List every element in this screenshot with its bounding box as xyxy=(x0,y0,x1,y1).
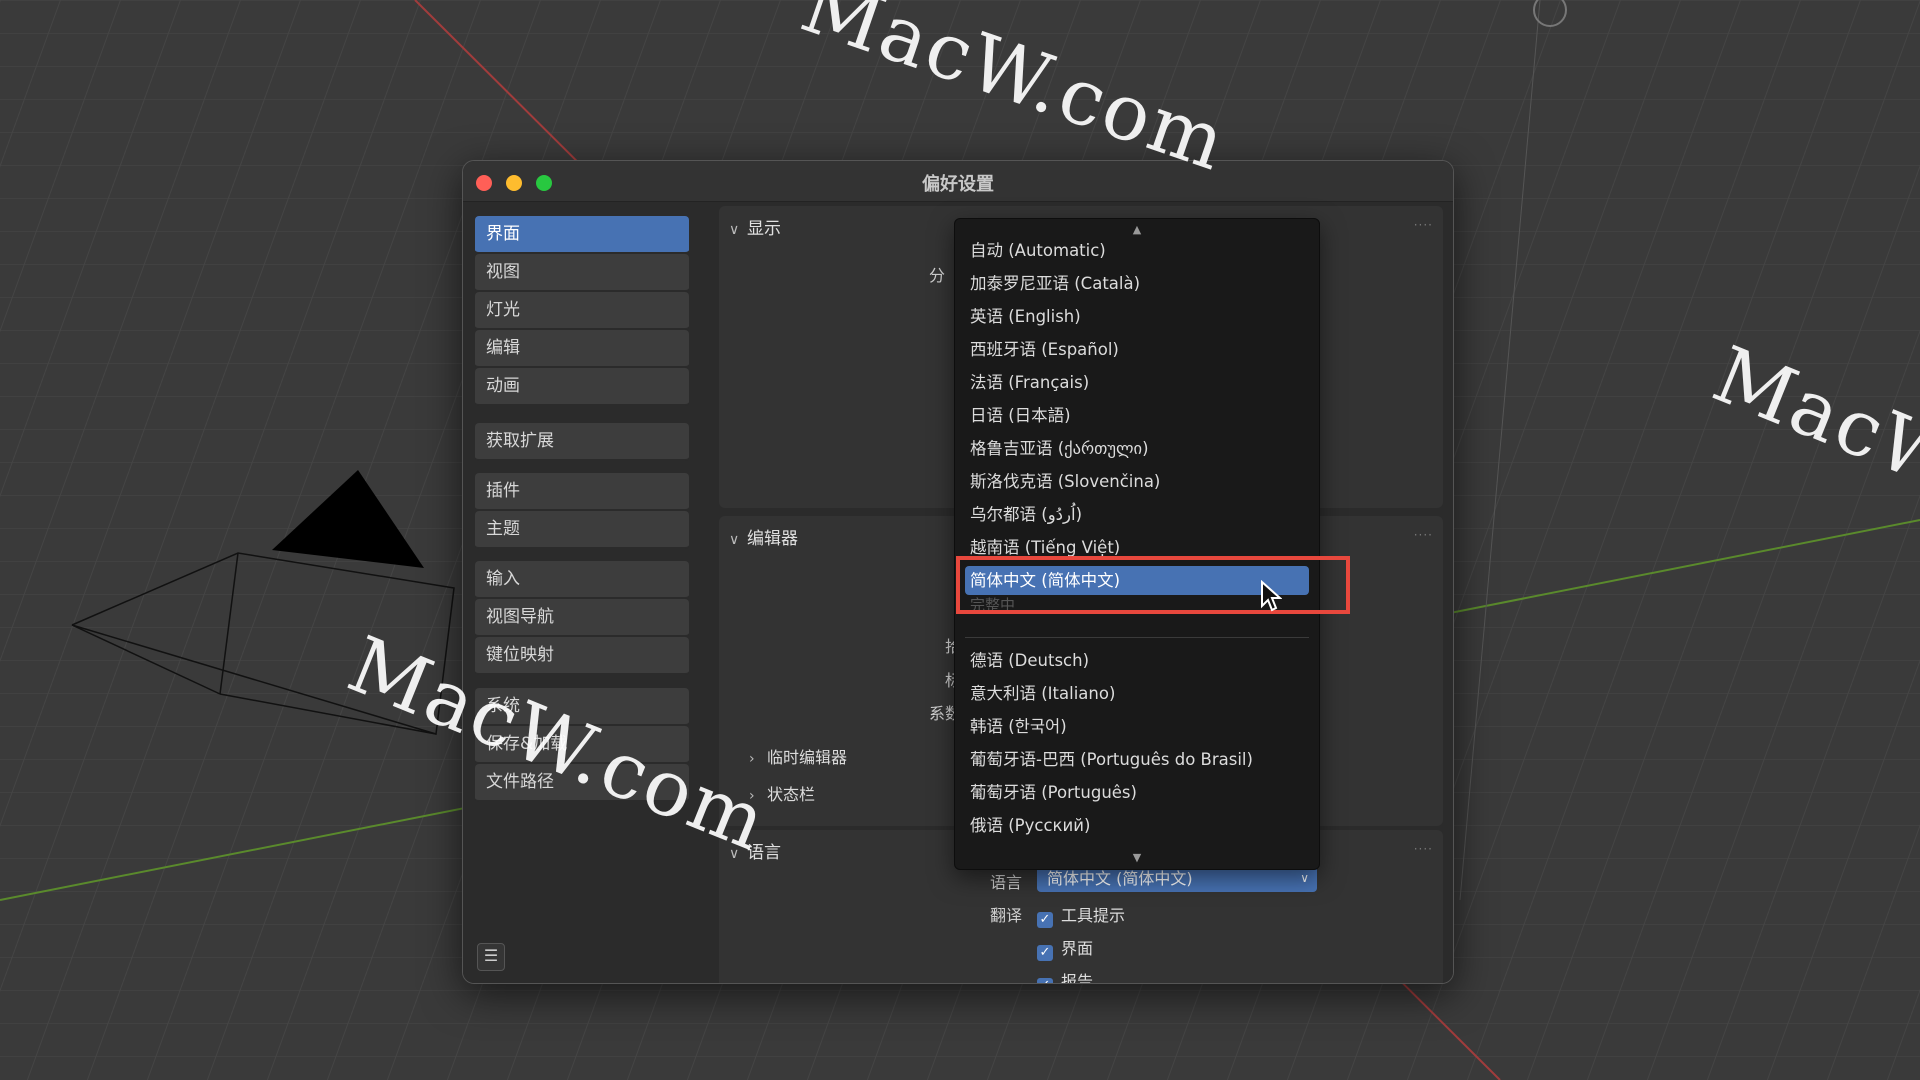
option-urdu[interactable]: 乌尔都语 (اُردُو) xyxy=(955,498,1319,531)
grip-icon[interactable]: ···· xyxy=(1414,528,1433,542)
sidebar-group-5: 系统 保存&加载 文件路径 xyxy=(475,688,689,802)
sidebar-item-system[interactable]: 系统 xyxy=(475,688,689,726)
option-automatic[interactable]: 自动 (Automatic) xyxy=(955,234,1319,267)
sidebar-item-keymap[interactable]: 键位映射 xyxy=(475,637,689,675)
editors-panel-title: 编辑器 xyxy=(747,529,798,549)
language-panel-title: 语言 xyxy=(747,843,781,863)
language-dropdown[interactable]: ▲ 自动 (Automatic) 加泰罗尼亚语 (Català) 英语 (Eng… xyxy=(954,218,1320,870)
chevron-right-icon: › xyxy=(749,751,755,767)
language-panel-header[interactable]: ∨ 语言 xyxy=(729,838,781,863)
sidebar-item-addons[interactable]: 插件 xyxy=(475,473,689,511)
language-label: 语言 xyxy=(990,873,1023,892)
annotation-highlight-box xyxy=(956,556,1350,614)
grip-icon[interactable]: ···· xyxy=(1414,218,1433,232)
sidebar-item-file-paths[interactable]: 文件路径 xyxy=(475,764,689,802)
check-icon: ✓ xyxy=(1037,912,1053,928)
reports-checkbox[interactable]: ✓ 报告 xyxy=(1037,968,1094,984)
option-georgian[interactable]: 格鲁吉亚语 (ქართული) xyxy=(955,432,1319,465)
sidebar-item-viewport[interactable]: 视图 xyxy=(475,254,689,292)
display-panel-title: 显示 xyxy=(747,219,781,239)
sidebar-item-animation[interactable]: 动画 xyxy=(475,368,689,406)
check-icon: ✓ xyxy=(1037,978,1053,983)
language-select-value: 简体中文 (简体中文) xyxy=(1047,869,1193,888)
sidebar-item-input[interactable]: 输入 xyxy=(475,561,689,599)
option-russian[interactable]: 俄语 (Русский) xyxy=(955,809,1319,842)
option-spanish[interactable]: 西班牙语 (Español) xyxy=(955,333,1319,366)
interface-label: 界面 xyxy=(1061,939,1094,958)
grip-icon[interactable]: ···· xyxy=(1414,842,1433,856)
sidebar-item-interface[interactable]: 界面 xyxy=(475,216,689,254)
translate-label: 翻译 xyxy=(990,906,1023,925)
temp-editors-title: 临时编辑器 xyxy=(767,748,848,767)
option-portuguese[interactable]: 葡萄牙语 (Português) xyxy=(955,776,1319,809)
option-catalan[interactable]: 加泰罗尼亚语 (Català) xyxy=(955,267,1319,300)
sidebar-group-3: 插件 主题 xyxy=(475,473,689,549)
sidebar-item-navigation[interactable]: 视图导航 xyxy=(475,599,689,637)
option-slovak[interactable]: 斯洛伐克语 (Slovenčina) xyxy=(955,465,1319,498)
sidebar-item-themes[interactable]: 主题 xyxy=(475,511,689,549)
chevron-down-icon: ∨ xyxy=(729,846,740,862)
scroll-down-icon[interactable]: ▼ xyxy=(955,851,1319,864)
display-panel-header[interactable]: ∨ 显示 xyxy=(729,214,781,239)
sidebar-item-save-load[interactable]: 保存&加载 xyxy=(475,726,689,764)
sidebar-group-1: 界面 视图 灯光 编辑 动画 xyxy=(475,216,689,406)
reports-label: 报告 xyxy=(1061,972,1094,984)
chevron-down-icon: ∨ xyxy=(729,222,740,238)
window-title: 偏好设置 xyxy=(922,174,994,195)
option-portuguese-brazil[interactable]: 葡萄牙语-巴西 (Português do Brasil) xyxy=(955,743,1319,776)
sidebar-item-editing[interactable]: 编辑 xyxy=(475,330,689,368)
option-japanese[interactable]: 日语 (日本語) xyxy=(955,399,1319,432)
check-icon: ✓ xyxy=(1037,945,1053,961)
temp-editors-subpanel[interactable]: › 临时编辑器 xyxy=(749,744,847,768)
menu-icon[interactable]: ☰ xyxy=(477,943,505,971)
status-bar-title: 状态栏 xyxy=(767,785,816,804)
sidebar-group-2: 获取扩展 xyxy=(475,423,689,461)
option-french[interactable]: 法语 (Français) xyxy=(955,366,1319,399)
3d-viewport[interactable]: 偏好设置 界面 视图 灯光 编辑 动画 获取扩展 插件 主题 输入 视图导航 键… xyxy=(0,0,1920,1080)
option-italian[interactable]: 意大利语 (Italiano) xyxy=(955,677,1319,710)
dropdown-separator xyxy=(965,637,1309,638)
sidebar-item-get-extensions[interactable]: 获取扩展 xyxy=(475,423,689,461)
chevron-down-icon: ∨ xyxy=(729,532,740,548)
mouse-cursor-icon xyxy=(1261,580,1282,612)
tooltips-label: 工具提示 xyxy=(1061,906,1126,925)
sidebar: 界面 视图 灯光 编辑 动画 获取扩展 插件 主题 输入 视图导航 键位映射 系… xyxy=(463,202,715,983)
status-bar-subpanel[interactable]: › 状态栏 xyxy=(749,781,815,805)
tooltips-checkbox[interactable]: ✓ 工具提示 xyxy=(1037,902,1125,928)
editors-panel-header[interactable]: ∨ 编辑器 xyxy=(729,524,798,549)
option-german[interactable]: 德语 (Deutsch) xyxy=(955,644,1319,677)
sidebar-group-4: 输入 视图导航 键位映射 xyxy=(475,561,689,675)
sidebar-item-lights[interactable]: 灯光 xyxy=(475,292,689,330)
option-korean[interactable]: 韩语 (한국어) xyxy=(955,710,1319,743)
display-label-partial: 分 xyxy=(929,266,946,285)
chevron-right-icon: › xyxy=(749,788,755,804)
interface-checkbox[interactable]: ✓ 界面 xyxy=(1037,935,1093,961)
title-bar[interactable]: 偏好设置 xyxy=(463,161,1453,202)
option-english[interactable]: 英语 (English) xyxy=(955,300,1319,333)
